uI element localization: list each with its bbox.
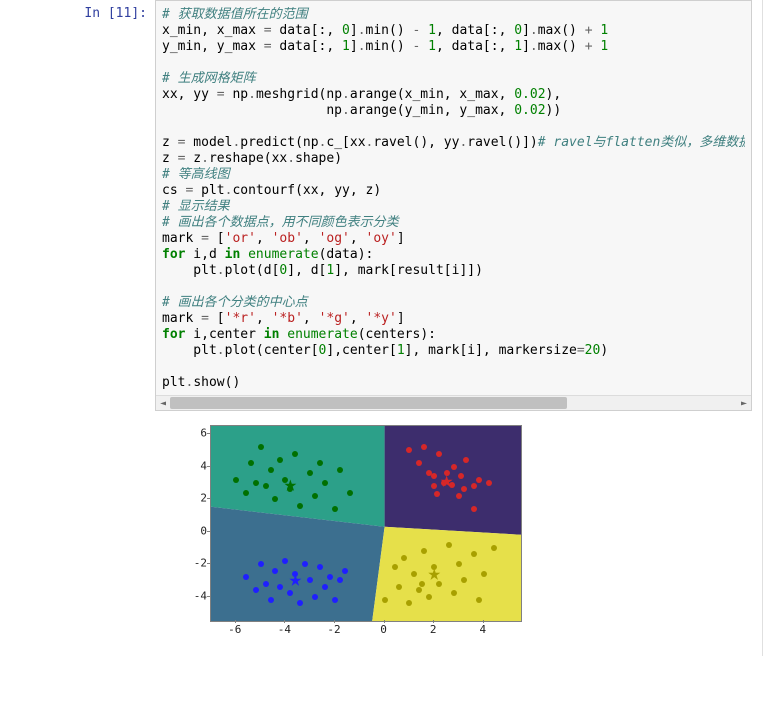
input-prompt: In [11]: xyxy=(84,6,147,21)
data-point xyxy=(302,561,308,567)
cluster-center-star-icon: ★ xyxy=(440,470,453,492)
data-point xyxy=(307,577,313,583)
data-point xyxy=(347,490,353,496)
data-point xyxy=(401,555,407,561)
data-point xyxy=(471,551,477,557)
data-point xyxy=(436,451,442,457)
y-tick-label: 2 xyxy=(187,492,207,505)
x-tick-label: 2 xyxy=(430,623,437,636)
cluster-center-star-icon: ★ xyxy=(284,474,297,496)
data-point xyxy=(382,597,388,603)
data-point xyxy=(476,597,482,603)
data-point xyxy=(258,561,264,567)
scroll-left-arrow-icon[interactable]: ◄ xyxy=(156,396,170,410)
y-tick-label: 0 xyxy=(187,524,207,537)
data-point xyxy=(416,587,422,593)
data-point xyxy=(486,480,492,486)
y-tick-label: 4 xyxy=(187,459,207,472)
data-point xyxy=(322,480,328,486)
data-point xyxy=(461,577,467,583)
data-point xyxy=(463,457,469,463)
data-point xyxy=(277,457,283,463)
data-point xyxy=(327,574,333,580)
code-text[interactable]: # 获取数据值所在的范围 x_min, x_max = data[:, 0].m… xyxy=(162,7,745,395)
data-point xyxy=(253,480,259,486)
horizontal-scrollbar[interactable]: ◄ ► xyxy=(156,395,751,410)
data-point xyxy=(312,594,318,600)
data-point xyxy=(258,444,264,450)
data-point xyxy=(243,490,249,496)
chart-axes: ★ ★ ★ ★ xyxy=(210,425,522,622)
data-point xyxy=(322,584,328,590)
data-point xyxy=(456,493,462,499)
data-point xyxy=(282,558,288,564)
data-point xyxy=(332,506,338,512)
data-point xyxy=(416,460,422,466)
data-point xyxy=(461,486,467,492)
data-point xyxy=(233,477,239,483)
data-point xyxy=(332,597,338,603)
data-point xyxy=(411,571,417,577)
x-tick-label: 4 xyxy=(479,623,486,636)
data-point xyxy=(451,590,457,596)
data-point xyxy=(471,483,477,489)
data-point xyxy=(431,473,437,479)
data-point xyxy=(426,594,432,600)
data-point xyxy=(272,568,278,574)
data-point xyxy=(263,581,269,587)
data-point xyxy=(317,564,323,570)
data-point xyxy=(272,496,278,502)
x-tick-label: -2 xyxy=(327,623,340,636)
data-point xyxy=(297,503,303,509)
notebook-cell: In [11]: # 获取数据值所在的范围 x_min, x_max = dat… xyxy=(0,0,763,656)
data-point xyxy=(337,467,343,473)
y-tick-label: -2 xyxy=(187,557,207,570)
data-point xyxy=(446,542,452,548)
scroll-thumb[interactable] xyxy=(170,397,567,409)
cluster-center-star-icon: ★ xyxy=(289,569,302,591)
data-point xyxy=(263,483,269,489)
scroll-track[interactable] xyxy=(170,396,737,410)
scroll-right-arrow-icon[interactable]: ► xyxy=(737,396,751,410)
output-area: ★ ★ ★ ★ -4 -2 0 2 4 6 -6 -4 -2 0 2 4 xyxy=(155,411,752,656)
prompt-area: In [11]: xyxy=(0,0,155,656)
data-point xyxy=(297,600,303,606)
data-point xyxy=(471,506,477,512)
data-point xyxy=(307,470,313,476)
data-point xyxy=(317,460,323,466)
x-tick-label: 0 xyxy=(380,623,387,636)
data-point xyxy=(431,483,437,489)
y-tick-label: -4 xyxy=(187,589,207,602)
data-point xyxy=(406,600,412,606)
data-point xyxy=(406,447,412,453)
data-point xyxy=(481,571,487,577)
data-point xyxy=(268,467,274,473)
data-point xyxy=(421,444,427,450)
data-point xyxy=(337,577,343,583)
kmeans-scatter-chart: ★ ★ ★ ★ -4 -2 0 2 4 6 -6 -4 -2 0 2 4 xyxy=(175,421,535,646)
data-point xyxy=(419,581,425,587)
data-point xyxy=(421,548,427,554)
data-point xyxy=(342,568,348,574)
data-point xyxy=(292,451,298,457)
data-point xyxy=(248,460,254,466)
data-point xyxy=(312,493,318,499)
y-tick-label: 6 xyxy=(187,427,207,440)
data-point xyxy=(434,491,440,497)
data-point xyxy=(491,545,497,551)
data-point xyxy=(396,584,402,590)
cluster-center-star-icon: ★ xyxy=(428,563,441,585)
data-point xyxy=(476,477,482,483)
data-point xyxy=(277,584,283,590)
x-tick-label: -6 xyxy=(228,623,241,636)
data-point xyxy=(268,597,274,603)
code-input-box[interactable]: # 获取数据值所在的范围 x_min, x_max = data[:, 0].m… xyxy=(155,0,752,411)
cell-content: # 获取数据值所在的范围 x_min, x_max = data[:, 0].m… xyxy=(155,0,762,656)
data-point xyxy=(458,473,464,479)
data-point xyxy=(392,564,398,570)
x-tick-label: -4 xyxy=(278,623,291,636)
data-point xyxy=(456,561,462,567)
data-point xyxy=(253,587,259,593)
data-point xyxy=(243,574,249,580)
